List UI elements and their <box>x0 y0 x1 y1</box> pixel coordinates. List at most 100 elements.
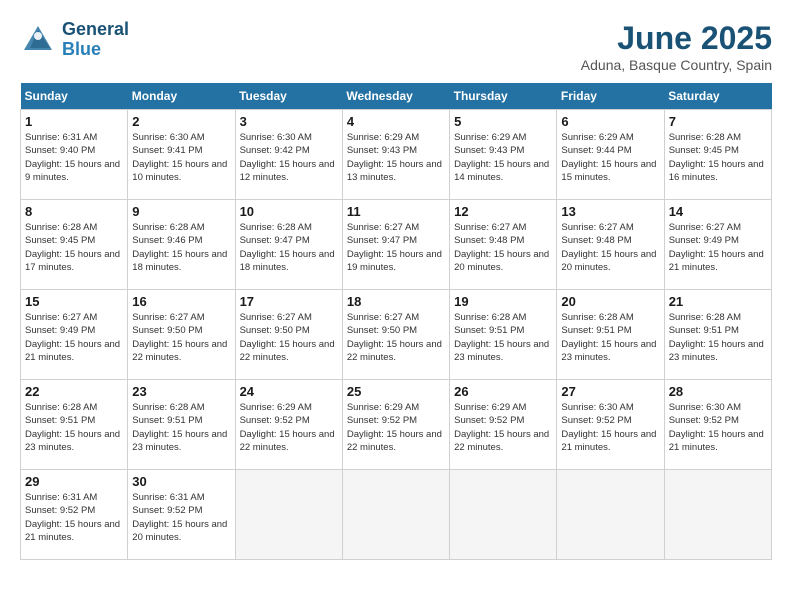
col-monday: Monday <box>128 83 235 110</box>
day-info: Sunrise: 6:29 AMSunset: 9:44 PMDaylight:… <box>561 131 659 184</box>
list-item: 25Sunrise: 6:29 AMSunset: 9:52 PMDayligh… <box>342 380 449 470</box>
day-info: Sunrise: 6:30 AMSunset: 9:52 PMDaylight:… <box>561 401 659 454</box>
day-info: Sunrise: 6:29 AMSunset: 9:43 PMDaylight:… <box>347 131 445 184</box>
day-info: Sunrise: 6:28 AMSunset: 9:45 PMDaylight:… <box>25 221 123 274</box>
day-number: 24 <box>240 384 338 399</box>
list-item: 24 Sunrise: 6:29 AMSunset: 9:52 PMDayligh… <box>235 380 342 470</box>
col-saturday: Saturday <box>664 83 771 110</box>
day-number: 13 <box>561 204 659 219</box>
day-info: Sunrise: 6:27 AMSunset: 9:50 PMDaylight:… <box>347 311 445 364</box>
day-number: 25 <box>347 384 445 399</box>
list-item: 5 Sunrise: 6:29 AMSunset: 9:43 PMDaylight… <box>450 110 557 200</box>
table-row: 29 Sunrise: 6:31 AMSunset: 9:52 PMDayligh… <box>21 470 772 560</box>
day-info: Sunrise: 6:28 AMSunset: 9:51 PMDaylight:… <box>454 311 552 364</box>
list-item: 17Sunrise: 6:27 AMSunset: 9:50 PMDayligh… <box>235 290 342 380</box>
day-number: 26 <box>454 384 552 399</box>
day-number: 6 <box>561 114 659 129</box>
list-item: 26 Sunrise: 6:29 AMSunset: 9:52 PMDayligh… <box>450 380 557 470</box>
day-number: 15 <box>25 294 123 309</box>
title-area: June 2025 Aduna, Basque Country, Spain <box>581 20 772 73</box>
day-info: Sunrise: 6:28 AMSunset: 9:47 PMDaylight:… <box>240 221 338 274</box>
day-number: 29 <box>25 474 123 489</box>
col-wednesday: Wednesday <box>342 83 449 110</box>
day-info: Sunrise: 6:27 AMSunset: 9:50 PMDaylight:… <box>240 311 338 364</box>
day-info: Sunrise: 6:27 AMSunset: 9:49 PMDaylight:… <box>669 221 767 274</box>
list-item: 20 Sunrise: 6:28 AMSunset: 9:51 PMDayligh… <box>557 290 664 380</box>
day-info: Sunrise: 6:29 AMSunset: 9:43 PMDaylight:… <box>454 131 552 184</box>
col-tuesday: Tuesday <box>235 83 342 110</box>
col-friday: Friday <box>557 83 664 110</box>
day-number: 16 <box>132 294 230 309</box>
day-number: 9 <box>132 204 230 219</box>
table-row: 15Sunrise: 6:27 AMSunset: 9:49 PMDayligh… <box>21 290 772 380</box>
day-number: 5 <box>454 114 552 129</box>
day-info: Sunrise: 6:28 AMSunset: 9:51 PMDaylight:… <box>25 401 123 454</box>
list-item: 8 Sunrise: 6:28 AMSunset: 9:45 PMDaylight… <box>21 200 128 290</box>
header: General Blue June 2025 Aduna, Basque Cou… <box>20 20 772 73</box>
list-item: 19 Sunrise: 6:28 AMSunset: 9:51 PMDayligh… <box>450 290 557 380</box>
day-info: Sunrise: 6:28 AMSunset: 9:51 PMDaylight:… <box>561 311 659 364</box>
day-number: 19 <box>454 294 552 309</box>
list-item: 4 Sunrise: 6:29 AMSunset: 9:43 PMDaylight… <box>342 110 449 200</box>
list-item: 13 Sunrise: 6:27 AMSunset: 9:48 PMDayligh… <box>557 200 664 290</box>
day-info: Sunrise: 6:31 AMSunset: 9:52 PMDaylight:… <box>25 491 123 544</box>
day-number: 20 <box>561 294 659 309</box>
list-item: 7 Sunrise: 6:28 AMSunset: 9:45 PMDaylight… <box>664 110 771 200</box>
day-number: 2 <box>132 114 230 129</box>
day-info: Sunrise: 6:27 AMSunset: 9:48 PMDaylight:… <box>561 221 659 274</box>
table-row: 8 Sunrise: 6:28 AMSunset: 9:45 PMDaylight… <box>21 200 772 290</box>
list-item: 12 Sunrise: 6:27 AMSunset: 9:48 PMDayligh… <box>450 200 557 290</box>
list-item: 18 Sunrise: 6:27 AMSunset: 9:50 PMDayligh… <box>342 290 449 380</box>
day-info: Sunrise: 6:28 AMSunset: 9:45 PMDaylight:… <box>669 131 767 184</box>
day-number: 12 <box>454 204 552 219</box>
day-info: Sunrise: 6:31 AMSunset: 9:40 PMDaylight:… <box>25 131 123 184</box>
day-number: 11 <box>347 204 445 219</box>
table-row: 22 Sunrise: 6:28 AMSunset: 9:51 PMDayligh… <box>21 380 772 470</box>
day-info: Sunrise: 6:28 AMSunset: 9:51 PMDaylight:… <box>669 311 767 364</box>
location-title: Aduna, Basque Country, Spain <box>581 57 772 73</box>
day-number: 14 <box>669 204 767 219</box>
logo-general: General <box>62 20 129 40</box>
list-item: 2 Sunrise: 6:30 AMSunset: 9:41 PMDaylight… <box>128 110 235 200</box>
list-item: 30Sunrise: 6:31 AMSunset: 9:52 PMDayligh… <box>128 470 235 560</box>
list-item: 11 Sunrise: 6:27 AMSunset: 9:47 PMDayligh… <box>342 200 449 290</box>
col-thursday: Thursday <box>450 83 557 110</box>
day-number: 1 <box>25 114 123 129</box>
day-info: Sunrise: 6:29 AMSunset: 9:52 PMDaylight:… <box>454 401 552 454</box>
list-item: 15Sunrise: 6:27 AMSunset: 9:49 PMDayligh… <box>21 290 128 380</box>
day-info: Sunrise: 6:28 AMSunset: 9:46 PMDaylight:… <box>132 221 230 274</box>
day-number: 4 <box>347 114 445 129</box>
day-number: 10 <box>240 204 338 219</box>
day-info: Sunrise: 6:28 AMSunset: 9:51 PMDaylight:… <box>132 401 230 454</box>
day-info: Sunrise: 6:30 AMSunset: 9:41 PMDaylight:… <box>132 131 230 184</box>
col-sunday: Sunday <box>21 83 128 110</box>
table-row: 1 Sunrise: 6:31 AMSunset: 9:40 PMDaylight… <box>21 110 772 200</box>
day-number: 23 <box>132 384 230 399</box>
list-item <box>235 470 342 560</box>
day-number: 22 <box>25 384 123 399</box>
list-item: 10 Sunrise: 6:28 AMSunset: 9:47 PMDayligh… <box>235 200 342 290</box>
list-item: 3Sunrise: 6:30 AMSunset: 9:42 PMDaylight… <box>235 110 342 200</box>
day-number: 18 <box>347 294 445 309</box>
logo: General Blue <box>20 20 129 60</box>
day-info: Sunrise: 6:29 AMSunset: 9:52 PMDaylight:… <box>240 401 338 454</box>
day-info: Sunrise: 6:30 AMSunset: 9:52 PMDaylight:… <box>669 401 767 454</box>
list-item <box>557 470 664 560</box>
day-number: 7 <box>669 114 767 129</box>
list-item: 6 Sunrise: 6:29 AMSunset: 9:44 PMDaylight… <box>557 110 664 200</box>
list-item: 28 Sunrise: 6:30 AMSunset: 9:52 PMDayligh… <box>664 380 771 470</box>
list-item: 21 Sunrise: 6:28 AMSunset: 9:51 PMDayligh… <box>664 290 771 380</box>
day-info: Sunrise: 6:31 AMSunset: 9:52 PMDaylight:… <box>132 491 230 544</box>
list-item: 16Sunrise: 6:27 AMSunset: 9:50 PMDayligh… <box>128 290 235 380</box>
list-item: 27 Sunrise: 6:30 AMSunset: 9:52 PMDayligh… <box>557 380 664 470</box>
day-number: 28 <box>669 384 767 399</box>
list-item: 22 Sunrise: 6:28 AMSunset: 9:51 PMDayligh… <box>21 380 128 470</box>
day-number: 21 <box>669 294 767 309</box>
day-info: Sunrise: 6:27 AMSunset: 9:47 PMDaylight:… <box>347 221 445 274</box>
day-number: 3 <box>240 114 338 129</box>
day-number: 8 <box>25 204 123 219</box>
day-info: Sunrise: 6:27 AMSunset: 9:48 PMDaylight:… <box>454 221 552 274</box>
logo-text: General Blue <box>62 20 129 60</box>
logo-blue: Blue <box>62 40 129 60</box>
day-number: 27 <box>561 384 659 399</box>
